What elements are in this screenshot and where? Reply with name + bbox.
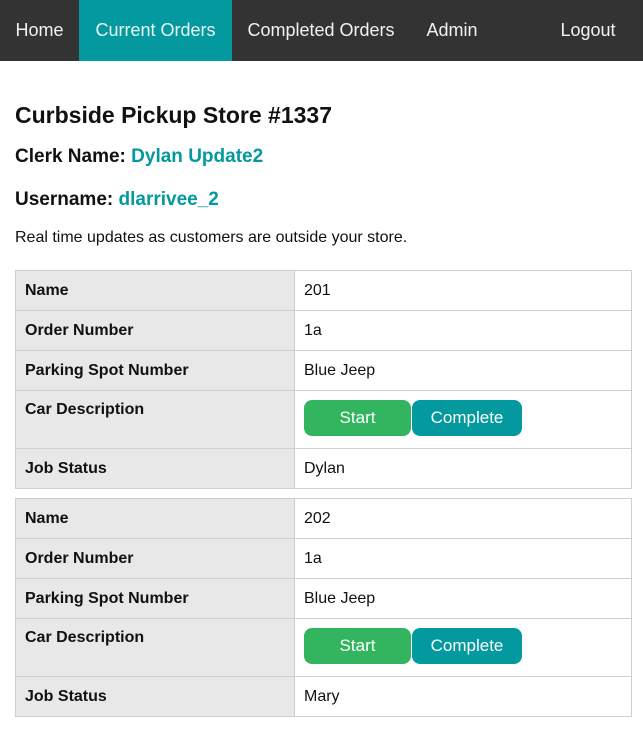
- order-actions: Start Complete: [294, 618, 632, 677]
- order-card: Name 201 Order Number 1a Parking Spot Nu…: [15, 270, 632, 489]
- clerk-name-line: Clerk Name: Dylan Update2: [15, 146, 263, 168]
- job-status-label: Job Status: [15, 448, 295, 489]
- job-status-value: Mary: [294, 676, 632, 717]
- nav-current-orders[interactable]: Current Orders: [79, 0, 232, 61]
- name-value: 201: [294, 270, 632, 311]
- job-status-label: Job Status: [15, 676, 295, 717]
- username-line: Username: dlarrivee_2: [15, 189, 219, 211]
- order-number-label: Order Number: [15, 538, 295, 579]
- order-card: Name 202 Order Number 1a Parking Spot Nu…: [15, 498, 632, 717]
- username-label: Username:: [15, 189, 114, 210]
- nav-completed-orders[interactable]: Completed Orders: [232, 0, 410, 61]
- name-label: Name: [15, 270, 295, 311]
- complete-button[interactable]: Complete: [412, 399, 522, 436]
- order-row-order-number: Order Number 1a: [15, 538, 632, 579]
- clerk-name-label: Clerk Name:: [15, 146, 126, 167]
- car-description-label: Car Description: [15, 618, 295, 677]
- car-description-label: Car Description: [15, 390, 295, 449]
- order-number-value: 1a: [294, 310, 632, 351]
- order-actions: Start Complete: [294, 390, 632, 449]
- parking-spot-label: Parking Spot Number: [15, 578, 295, 619]
- order-row-car-description: Car Description Start Complete: [15, 618, 632, 677]
- clerk-name-value: Dylan Update2: [131, 146, 264, 167]
- job-status-value: Dylan: [294, 448, 632, 489]
- order-row-job-status: Job Status Mary: [15, 676, 632, 717]
- parking-spot-value: Blue Jeep: [294, 578, 632, 619]
- name-value: 202: [294, 498, 632, 539]
- order-number-value: 1a: [294, 538, 632, 579]
- start-button[interactable]: Start: [304, 399, 411, 436]
- order-row-parking-spot: Parking Spot Number Blue Jeep: [15, 350, 632, 391]
- order-row-name: Name 202: [15, 498, 632, 539]
- page-title: Curbside Pickup Store #1337: [15, 102, 333, 128]
- nav-logout[interactable]: Logout: [533, 0, 643, 61]
- parking-spot-value: Blue Jeep: [294, 350, 632, 391]
- nav-home[interactable]: Home: [0, 0, 79, 61]
- order-row-parking-spot: Parking Spot Number Blue Jeep: [15, 578, 632, 619]
- intro-text: Real time updates as customers are outsi…: [15, 229, 408, 246]
- order-number-label: Order Number: [15, 310, 295, 351]
- complete-button[interactable]: Complete: [412, 627, 522, 664]
- name-label: Name: [15, 498, 295, 539]
- order-row-order-number: Order Number 1a: [15, 310, 632, 351]
- start-button[interactable]: Start: [304, 627, 411, 664]
- order-row-job-status: Job Status Dylan: [15, 448, 632, 489]
- order-row-name: Name 201: [15, 270, 632, 311]
- parking-spot-label: Parking Spot Number: [15, 350, 295, 391]
- username-value: dlarrivee_2: [118, 189, 219, 210]
- order-row-car-description: Car Description Start Complete: [15, 390, 632, 449]
- nav-admin[interactable]: Admin: [410, 0, 494, 61]
- top-navbar: Home Current Orders Completed Orders Adm…: [0, 0, 643, 61]
